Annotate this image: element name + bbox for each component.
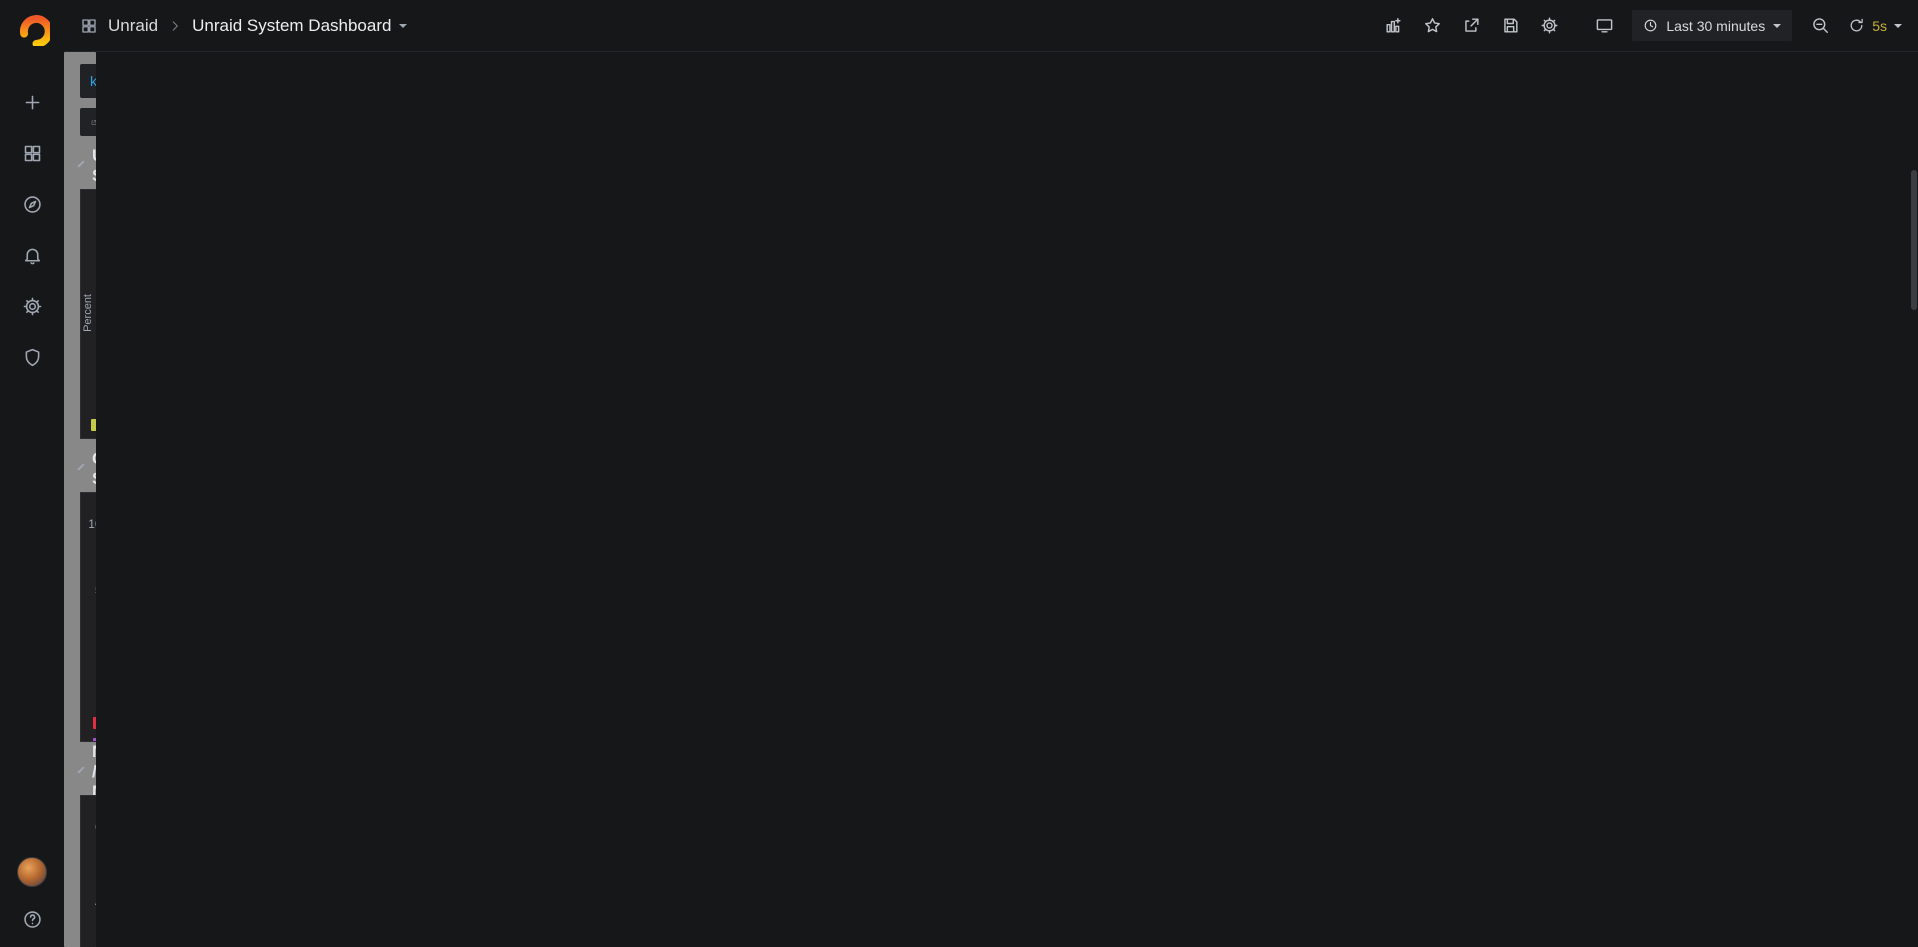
legend: UPS Load Min: 17% Max: 32% Avg: 20% Watt… (81, 415, 96, 438)
sidebar-menu (20, 90, 44, 369)
add-panel-icon[interactable] (1382, 15, 1404, 37)
legend-header: avg current (93, 676, 96, 712)
chevron-down-icon (77, 463, 84, 470)
dashboard-title-button[interactable]: Unraid System Dashboard (192, 16, 407, 36)
zoom-out-icon[interactable] (1809, 15, 1831, 37)
create-icon[interactable] (20, 90, 44, 114)
variable-kwh-price[interactable]: kWh Price 0.65 (80, 64, 96, 98)
y-axis-left: 6.0 MBs4.0 MBs2.0 MBs (89, 820, 96, 947)
legend-item-core7[interactable]: Core 7 22%33% (93, 733, 96, 741)
clock-icon (1643, 18, 1658, 33)
alerting-icon[interactable] (20, 243, 44, 267)
series-color-swatch (93, 738, 96, 742)
chevron-down-icon (77, 160, 84, 167)
sidebar-bottom (17, 857, 47, 947)
panel-cpu1: Last 30 minutes CPU 1 100%50%0% 19:5019:… (80, 492, 96, 742)
breadcrumb: Unraid Unraid System Dashboard (80, 16, 407, 36)
user-avatar[interactable] (17, 857, 47, 887)
refresh-interval-label[interactable]: 5s (1872, 18, 1887, 34)
page-title: Unraid System Dashboard (192, 16, 391, 36)
legend: avg current Core 6 21%39% Core 7 22%33% (81, 675, 96, 741)
series-color-swatch (91, 419, 96, 431)
link-grafana-plex-theme[interactable]: Grafana Plex Theme (80, 108, 96, 136)
scrollbar-thumb[interactable] (1911, 170, 1917, 310)
section-title: Network / Memory (92, 742, 96, 802)
navbar-actions: Last 30 minutes 5s (1382, 10, 1902, 41)
dashboard-grid-icon (80, 17, 98, 35)
time-range-label: Last 30 minutes (1666, 18, 1765, 34)
server-admin-icon[interactable] (20, 345, 44, 369)
section-title: CPU Stats (92, 449, 96, 489)
dashboards-icon[interactable] (20, 141, 44, 165)
caret-down-icon (399, 24, 407, 28)
refresh-icon (1848, 17, 1865, 34)
page-scrollbar[interactable] (1910, 52, 1918, 947)
breadcrumb-app[interactable]: Unraid (108, 16, 158, 36)
grafana-logo[interactable] (14, 10, 50, 46)
top-navbar: Unraid Unraid System Dashboard Last 30 m… (64, 0, 1918, 52)
section-title: UPS Stats (92, 146, 96, 186)
refresh-button[interactable]: 5s (1848, 17, 1902, 34)
chevron-right-icon (168, 19, 182, 33)
main-area: Unraid Unraid System Dashboard Last 30 m… (64, 0, 1918, 947)
sidebar (0, 0, 64, 947)
external-link-icon (91, 116, 96, 129)
panel-title[interactable]: CPU 1 (81, 493, 96, 520)
y-axis-title-left: Percent (82, 294, 94, 332)
time-range-picker[interactable]: Last 30 minutes (1632, 10, 1792, 41)
panel-network: Last 30 minutes Network 6.0 MBs4.0 MBs2.… (80, 795, 96, 947)
settings-icon[interactable] (1538, 15, 1560, 37)
y-axis-left: 100%50%0% (89, 517, 96, 662)
variable-label: kWh Price (80, 64, 96, 98)
panel-title[interactable]: Network (81, 796, 96, 823)
help-icon[interactable] (20, 907, 44, 931)
dashboard-content: kWh Price 0.65 Currency kr UPS Max Outpu… (64, 52, 96, 947)
share-icon[interactable] (1460, 15, 1482, 37)
explore-icon[interactable] (20, 192, 44, 216)
chevron-down-icon (77, 766, 84, 773)
panel-ups-load: Last 12 hours UPS Load % Percent Watts 3… (80, 189, 96, 439)
legend-item-ups-load[interactable]: UPS Load Min: 17% Max: 32% Avg: 20% (91, 418, 96, 432)
cycle-view-icon[interactable] (1593, 15, 1615, 37)
configuration-icon[interactable] (20, 294, 44, 318)
caret-down-icon (1894, 24, 1902, 28)
save-icon[interactable] (1499, 15, 1521, 37)
star-icon[interactable] (1421, 15, 1443, 37)
series-color-swatch (93, 717, 96, 729)
panel-title[interactable]: UPS Load % (81, 190, 96, 217)
legend-item-core6[interactable]: Core 6 21%39% (93, 712, 96, 733)
caret-down-icon (1773, 24, 1781, 28)
